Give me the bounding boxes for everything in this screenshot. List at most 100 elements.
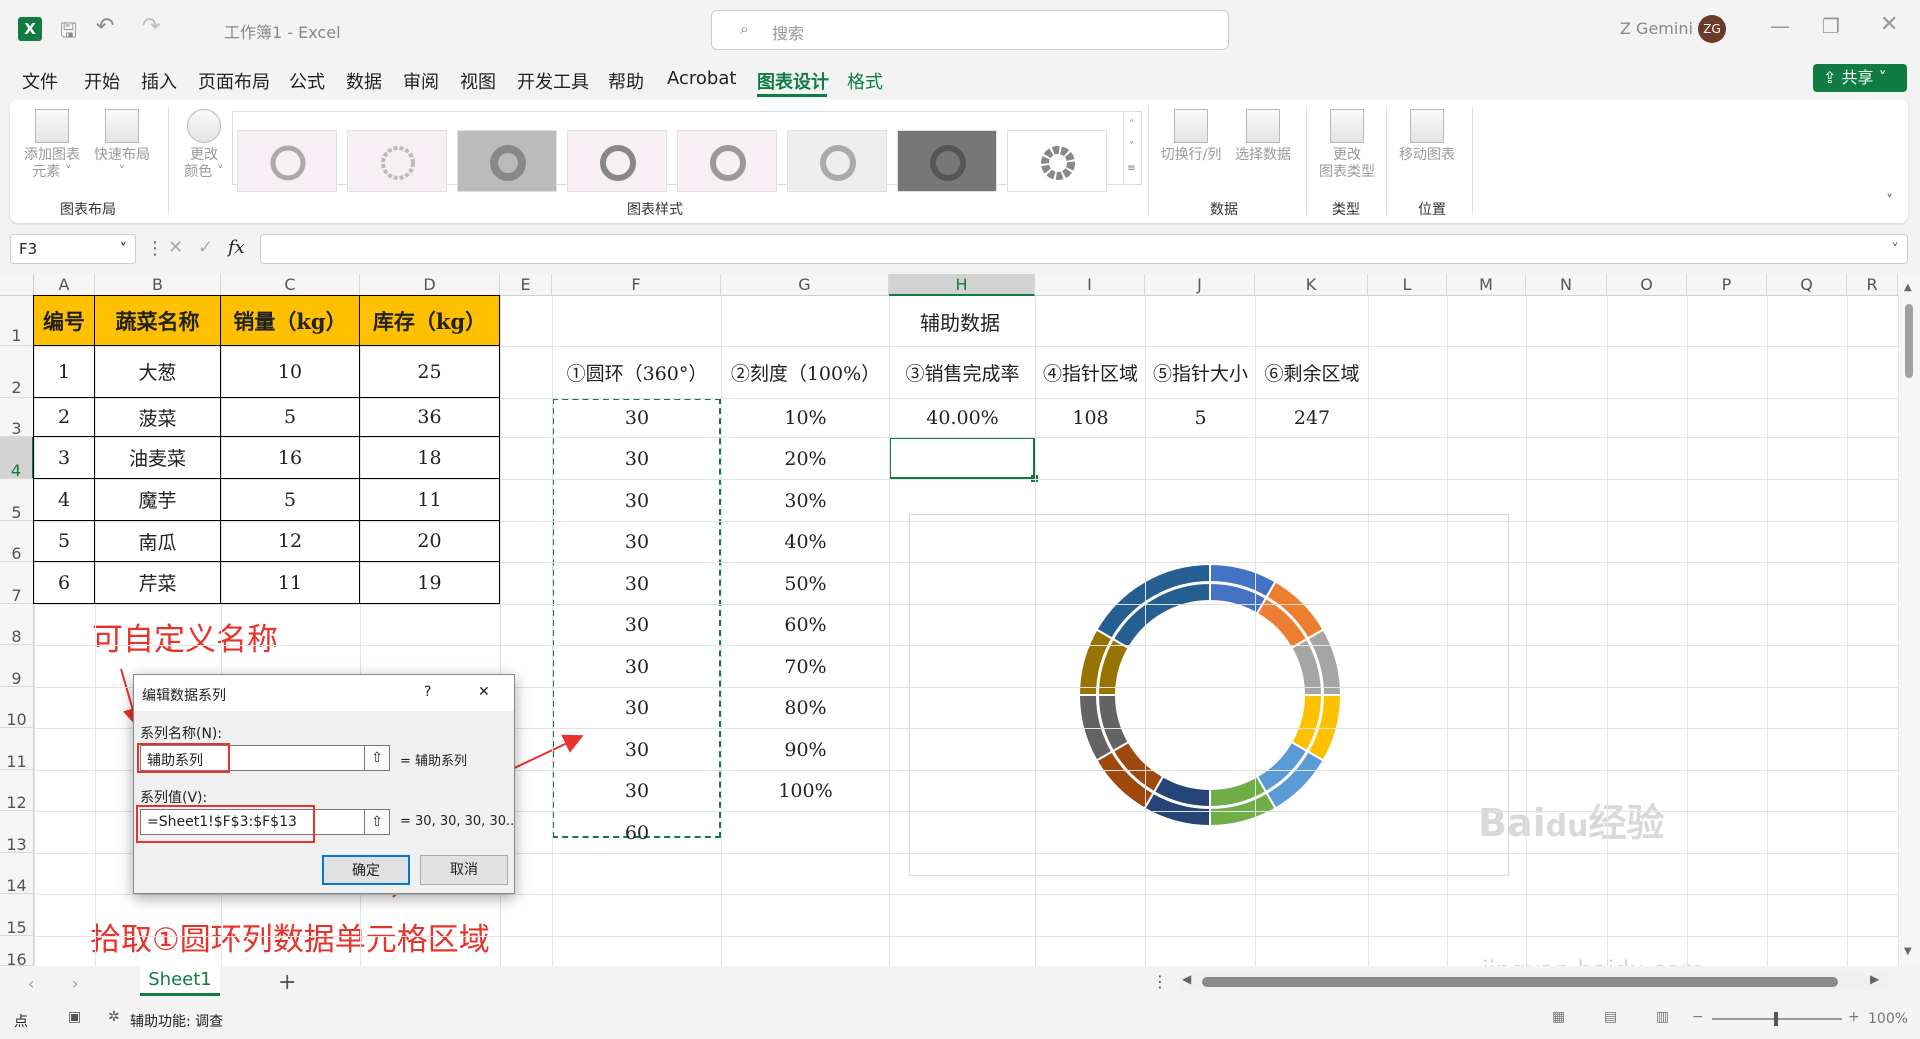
help-button[interactable]: ? [424,684,431,700]
select-data-button[interactable]: 选择数据 [1230,109,1296,164]
tab-developer[interactable]: 开发工具 [517,68,589,94]
scale-value-cell[interactable]: 90% [721,728,890,771]
zoom-slider-handle[interactable] [1774,1012,1778,1026]
table-header-cell[interactable]: 库存（kg） [359,295,500,346]
page-break-view-icon[interactable]: ▥ [1656,1009,1669,1025]
more-icon[interactable]: ≡ [1124,158,1139,180]
aux-value-cell[interactable]: 5 [1145,398,1256,438]
ring-value-cell[interactable]: 30 [552,479,722,522]
change-chart-type-button[interactable]: 更改 图表类型 [1314,109,1380,181]
chart-style-2[interactable] [347,130,447,192]
vertical-scrollbar[interactable]: ▲ ▼ [1898,274,1920,966]
enter-icon[interactable]: ✓ [198,237,213,258]
macro-record-icon[interactable]: ▣ [68,1009,81,1025]
gallery-scroll[interactable]: ˄ ˅ ≡ [1123,114,1139,182]
minimize-icon[interactable]: — [1770,14,1790,38]
chart-style-7[interactable] [897,130,997,192]
cancel-button[interactable]: 取消 [420,855,508,885]
scroll-up-icon[interactable]: ▲ [1904,282,1912,293]
ring-value-cell[interactable]: 30 [552,645,722,688]
redo-icon[interactable]: ↷ [142,14,160,39]
row-header[interactable]: 13 [0,811,34,854]
tab-insert[interactable]: 插入 [141,68,177,94]
more-options-icon[interactable]: ⋮ [146,238,164,259]
row-header[interactable]: 11 [0,728,34,771]
scroll-thumb[interactable] [1905,304,1913,378]
ring-value-cell[interactable]: 30 [552,604,722,646]
move-chart-button[interactable]: 移动图表 [1394,109,1460,164]
scroll-left-icon[interactable]: ◀ [1182,972,1191,986]
tab-view[interactable]: 视图 [460,68,496,94]
page-layout-view-icon[interactable]: ▤ [1604,1009,1617,1025]
table-cell[interactable]: 18 [359,436,500,479]
column-header[interactable]: D [360,274,500,296]
aux-header-cell[interactable]: ⑥剩余区域 [1255,346,1369,399]
range-picker-icon[interactable]: ⇧ [364,809,390,835]
tab-file[interactable]: 文件 [22,68,58,94]
column-header[interactable]: L [1368,274,1447,296]
table-header-cell[interactable]: 蔬菜名称 [94,295,221,346]
add-sheet-icon[interactable]: + [278,970,296,995]
tab-acrobat[interactable]: Acrobat [667,68,736,89]
accessibility-status[interactable]: 辅助功能: 调查 [130,1011,223,1031]
scale-value-cell[interactable]: 20% [721,437,890,480]
table-cell[interactable]: 3 [33,436,95,479]
row-header[interactable]: 9 [0,645,34,688]
add-chart-element-button[interactable]: 添加图表 元素 ˅ [22,109,82,181]
table-cell[interactable]: 5 [220,478,360,521]
save-icon[interactable]: 🖫 [60,16,77,50]
table-cell[interactable]: 油麦菜 [94,436,221,479]
table-header-cell[interactable]: 编号 [33,295,95,346]
ring-value-cell[interactable]: 30 [552,728,722,771]
scale-value-cell[interactable]: 100% [721,770,890,812]
range-picker-icon[interactable]: ⇧ [364,745,390,771]
zoom-level[interactable]: 100% [1868,1011,1908,1027]
table-cell[interactable]: 芹菜 [94,561,221,604]
sheet-tab[interactable]: Sheet1 [140,966,220,996]
aux-header-cell[interactable]: ①圆环（360°） [552,346,722,399]
row-header[interactable]: 5 [0,479,34,522]
ring-value-cell[interactable]: 30 [552,770,722,812]
row-header[interactable]: 16 [0,936,34,966]
table-cell[interactable]: 20 [359,520,500,562]
name-box[interactable]: F3 ˅ [10,234,136,264]
row-header[interactable]: 12 [0,770,34,812]
table-cell[interactable]: 19 [359,561,500,604]
column-header[interactable]: R [1847,274,1898,296]
table-cell[interactable]: 5 [33,520,95,562]
prev-sheet-icon[interactable]: ‹ [28,974,34,993]
chart-style-1[interactable] [237,130,337,192]
undo-icon[interactable]: ↶ [96,14,114,39]
close-icon[interactable]: ✕ [1880,12,1898,37]
scale-value-cell[interactable]: 80% [721,687,890,729]
tab-help[interactable]: 帮助 [608,68,644,94]
next-sheet-icon[interactable]: › [72,974,78,993]
change-colors-button[interactable]: 更改 颜色 ˅ [178,109,230,181]
tab-data[interactable]: 数据 [346,68,382,94]
table-cell[interactable]: 4 [33,478,95,521]
row-header[interactable]: 10 [0,687,34,729]
aux-header-cell[interactable]: ②刻度（100%） [721,346,890,399]
row-header[interactable]: 4 [0,437,34,480]
quick-layout-button[interactable]: 快速布局 ˅ [92,109,152,181]
tab-formulas[interactable]: 公式 [289,68,325,94]
aux-value-cell[interactable]: 40.00% [889,398,1036,438]
column-header[interactable]: M [1447,274,1526,296]
column-header[interactable]: P [1687,274,1767,296]
close-icon[interactable]: ✕ [478,684,490,700]
tab-home[interactable]: 开始 [84,68,120,94]
column-header[interactable]: C [221,274,360,296]
tab-page-layout[interactable]: 页面布局 [198,68,270,94]
aux-value-cell[interactable]: 247 [1255,398,1369,438]
table-cell[interactable]: 11 [359,478,500,521]
collapse-ribbon-icon[interactable]: ˅ [1886,193,1893,209]
column-header[interactable]: E [500,274,552,296]
ring-value-cell[interactable]: 30 [552,437,722,480]
row-header[interactable]: 3 [0,398,34,438]
zoom-slider[interactable] [1712,1012,1842,1026]
cancel-icon[interactable]: ✕ [168,237,183,258]
scroll-thumb[interactable] [1202,977,1838,987]
row-header[interactable]: 6 [0,521,34,563]
table-cell[interactable]: 5 [220,397,360,437]
aux-header-cell[interactable]: ④指针区域 [1035,346,1146,399]
